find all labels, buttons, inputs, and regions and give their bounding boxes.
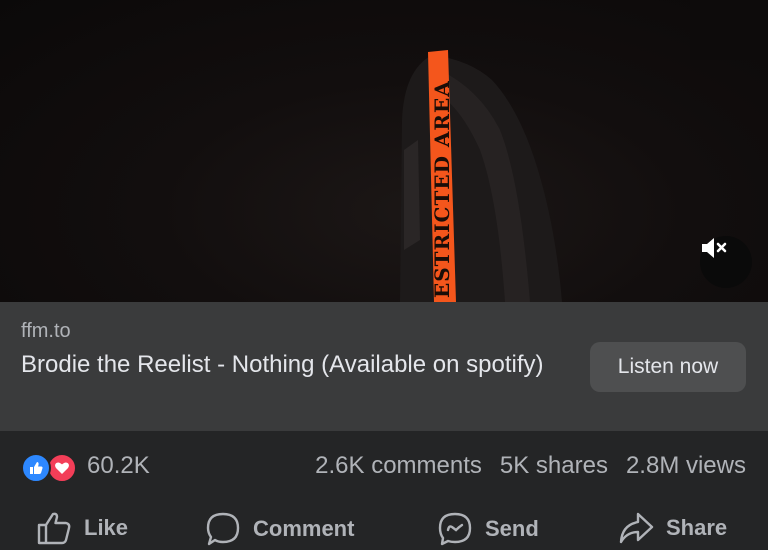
comment-label: Comment bbox=[253, 516, 355, 541]
messenger-icon bbox=[438, 512, 472, 546]
views-count: 2.8M views bbox=[625, 452, 746, 479]
speaker-muted-icon bbox=[702, 238, 727, 258]
share-button[interactable]: Share bbox=[618, 511, 727, 545]
shares-count[interactable]: 5K shares bbox=[500, 452, 608, 480]
send-button[interactable]: Send bbox=[437, 511, 539, 547]
comment-bubble-icon bbox=[206, 512, 240, 546]
jacket-collar bbox=[404, 140, 420, 250]
background-shadow bbox=[690, 0, 768, 60]
comments-count[interactable]: 2.6K comments bbox=[315, 452, 482, 480]
mute-toggle-button[interactable] bbox=[700, 236, 752, 288]
strap-text: ESTRICTED AREA bbox=[430, 80, 454, 298]
engagement-stats: 60.2K 2.6K comments 5K shares 2.8M views bbox=[0, 431, 768, 501]
thumbs-up-icon bbox=[37, 512, 71, 545]
video-frame: ESTRICTED AREA bbox=[400, 0, 768, 302]
link-domain: ffm.to bbox=[21, 320, 71, 342]
love-reaction-icon bbox=[47, 453, 77, 483]
link-title[interactable]: Brodie the Reelist - Nothing (Available … bbox=[21, 347, 566, 383]
like-label: Like bbox=[84, 515, 129, 540]
jacket-shape bbox=[400, 55, 562, 302]
comment-button[interactable]: Comment bbox=[205, 511, 354, 547]
video-player[interactable]: ESTRICTED AREA bbox=[0, 0, 768, 302]
stats-counts: 2.6K comments 5K shares 2.8M views bbox=[315, 452, 746, 480]
send-label: Send bbox=[485, 516, 539, 541]
like-button[interactable]: Like bbox=[36, 511, 128, 545]
post-actions-bar: Like Comment Send Share bbox=[0, 505, 768, 550]
reaction-icons[interactable] bbox=[21, 453, 81, 483]
facebook-post: ESTRICTED AREA ffm.to Brodie the Reelist… bbox=[0, 0, 768, 550]
like-reaction-icon bbox=[21, 453, 51, 483]
reaction-count[interactable]: 60.2K bbox=[87, 452, 150, 480]
share-label: Share bbox=[666, 515, 728, 540]
share-arrow-icon bbox=[619, 512, 654, 544]
listen-now-button[interactable]: Listen now bbox=[590, 342, 746, 392]
